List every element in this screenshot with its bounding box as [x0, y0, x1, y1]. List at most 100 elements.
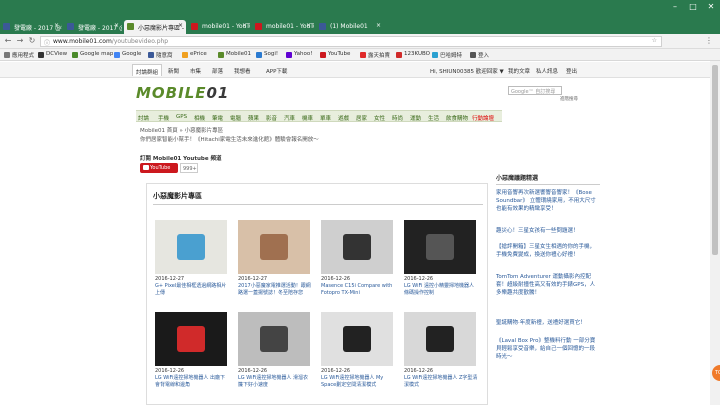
video-card[interactable]: 2016-12-26 LG WiFi遠控掃地機器人 滑溜衣簾下好小速度 — [238, 312, 310, 400]
category-link[interactable]: 蘋果 — [248, 114, 259, 122]
video-title-link[interactable]: LG WiFi遠控掃地機器人 My Space劃定空間清潔模式 — [321, 375, 395, 388]
sidebar-item-link[interactable]: 【搶評開箱】三星女生相遇的你的手機，手機免費變成，換送你禮心好禮！ — [496, 243, 596, 259]
search-input[interactable]: Google™ 自訂搜尋 — [508, 86, 562, 95]
bookmark-item[interactable]: 巴哈姆特 — [432, 51, 462, 59]
back-icon[interactable]: ← — [3, 36, 13, 45]
category-link[interactable]: 汽車 — [284, 114, 295, 122]
video-thumbnail[interactable] — [155, 220, 227, 274]
topnav-item[interactable]: 市集 — [190, 67, 201, 75]
category-link[interactable]: GPS — [176, 114, 187, 120]
sidebar-item-link[interactable]: 家用音響再次新選響響音響家！《Bose Soundbar》 立體環繞家用，不用大… — [496, 189, 596, 213]
bookmark-item[interactable]: 露天拍賣 — [360, 51, 390, 59]
tab-close-icon[interactable]: × — [376, 22, 381, 29]
logout-link[interactable]: 登出 — [566, 67, 577, 75]
category-link[interactable]: 電腦 — [230, 114, 241, 122]
topnav-item[interactable]: 討論群組 — [132, 64, 163, 76]
address-bar[interactable]: ⓘ www.mobile01.com/youtubevideo.php ☆ — [40, 36, 662, 47]
video-title-link[interactable]: LG WiFi遠控掃地機器人 滑溜衣簾下好小速度 — [238, 375, 312, 388]
tab-close-icon[interactable]: × — [54, 22, 59, 29]
tab-close-icon[interactable]: × — [242, 22, 247, 29]
bookmark-item[interactable]: Sogi! — [256, 51, 278, 58]
category-link[interactable]: 女性 — [374, 114, 385, 122]
bookmark-item[interactable]: Google — [114, 51, 141, 58]
menu-icon[interactable]: ⋮ — [704, 36, 714, 45]
topnav-item[interactable]: 新聞 — [168, 67, 179, 75]
video-card[interactable]: 2016-12-26 LG WiFi遠控掃地機器人 My Space劃定空間清潔模… — [321, 312, 393, 400]
category-link[interactable]: 遊戲 — [338, 114, 349, 122]
scrollbar-thumb[interactable] — [712, 65, 718, 255]
video-title-link[interactable]: LG WiFi遠控掃地機器人 出廠下會背電線和邊角 — [155, 375, 229, 388]
tab-close-icon[interactable]: × — [114, 22, 119, 29]
browser-tab[interactable]: mobile01 - YouTube× — [252, 20, 314, 34]
sidebar-item-link[interactable]: 《Laval Box Pro》整機料行動 一部分寶貝輕鬆享受音樂，給自己一個回憶… — [496, 337, 596, 361]
video-thumbnail[interactable] — [238, 312, 310, 366]
forward-icon[interactable]: → — [15, 36, 25, 45]
topnav-item[interactable]: 部落 — [212, 67, 223, 75]
page-info-icon[interactable]: ⓘ — [44, 38, 50, 47]
topnav-item[interactable]: 我想看 — [234, 67, 251, 75]
messages-link[interactable]: 私人訊息 — [536, 67, 558, 75]
browser-tab[interactable]: 小惡魔影片專區 - Mobile01× — [124, 20, 186, 34]
my-posts-link[interactable]: 我的文章 — [508, 67, 530, 75]
video-card[interactable]: 2016-12-27 G+ Pixel最佳相框透過網路相片上傳 — [155, 220, 227, 308]
bookmark-item[interactable]: Mobile01 — [218, 51, 251, 58]
tab-close-icon[interactable]: × — [178, 22, 183, 29]
video-card[interactable]: 2016-12-27 2017小惡魔家電推選活動！跟網路選一蓋揚號誌！冬至陪存您 — [238, 220, 312, 308]
video-title-link[interactable]: Masence C15i Compare with Fotopro TX-Min… — [321, 283, 395, 296]
bookmark-item[interactable]: 應用程式 — [4, 51, 34, 59]
video-thumbnail[interactable] — [404, 220, 476, 274]
video-card[interactable]: 2016-12-26 Masence C15i Compare with Foto… — [321, 220, 393, 308]
category-link[interactable]: 飲食購物 — [446, 114, 468, 122]
video-title-link[interactable]: LG WiFi遠控掃地機器人 Z字型清潔模式 — [404, 375, 478, 388]
category-link[interactable]: 手機 — [158, 114, 169, 122]
reload-icon[interactable]: ↻ — [27, 36, 37, 45]
video-card[interactable]: 2016-12-26 LG WiFi遠控掃地機器人 出廠下會背電線和邊角 — [155, 312, 227, 400]
browser-tab[interactable]: 發電廠 - 2017 @發電廠- 2017× — [0, 20, 62, 34]
scrollbar[interactable] — [710, 61, 720, 405]
sidebar-item-link[interactable]: 趣災心！三星女孩有一些問題選！ — [496, 227, 596, 235]
bookmark-star-icon[interactable]: ☆ — [652, 37, 657, 44]
category-link[interactable]: 生活 — [428, 114, 439, 122]
bookmark-item[interactable]: Yahoo! — [286, 51, 312, 58]
video-thumbnail[interactable] — [321, 220, 393, 274]
browser-tab[interactable]: (1) Mobile01 × — [316, 20, 384, 34]
bookmark-item[interactable]: YouTube — [320, 51, 350, 58]
category-link[interactable]: 討論 — [138, 114, 149, 122]
advanced-search-link[interactable]: 進階搜尋 — [560, 96, 578, 102]
topnav-item[interactable]: APP下載 — [266, 67, 287, 75]
category-link[interactable]: 筆電 — [212, 114, 223, 122]
category-link[interactable]: 機車 — [302, 114, 313, 122]
video-card[interactable]: 2016-12-26 LG WiFi 遠控小精靈掃地機器人條碼操作控制 — [404, 220, 476, 308]
browser-tab[interactable]: mobile01 - YouTube× — [188, 20, 250, 34]
bookmark-item[interactable]: Google map — [72, 51, 113, 58]
category-link[interactable]: 相機 — [194, 114, 205, 122]
category-link[interactable]: 影音 — [266, 114, 277, 122]
bookmark-item[interactable]: 123KUBO — [396, 51, 430, 58]
breadcrumb[interactable]: Mobile01 首頁 » 小惡魔影片專區 — [140, 126, 223, 134]
video-thumbnail[interactable] — [321, 312, 393, 366]
category-link[interactable]: 時尚 — [392, 114, 403, 122]
tab-close-icon[interactable]: × — [306, 22, 311, 29]
video-thumbnail[interactable] — [155, 312, 227, 366]
category-link[interactable]: 運動 — [410, 114, 421, 122]
category-link[interactable]: 單車 — [320, 114, 331, 122]
video-title-link[interactable]: 2017小惡魔家電推選活動！跟網路選一蓋揚號誌！冬至陪存您 — [238, 283, 312, 296]
category-link[interactable]: 居家 — [356, 114, 367, 122]
bookmark-item[interactable]: ePrice — [182, 51, 207, 58]
video-thumbnail[interactable] — [404, 312, 476, 366]
browser-tab[interactable]: 發電廠 - 2017 @發電廠- 2017× — [64, 20, 122, 34]
site-logo[interactable]: MOBILE01 — [136, 84, 229, 102]
user-greeting[interactable]: Hi, SHIUN00385 歡迎回家 ▼ — [430, 67, 504, 75]
sidebar-item-link[interactable]: TomTom Adventurer 運動攝影內控配套！超級耐撞性高又有效的手錶G… — [496, 273, 596, 297]
category-link[interactable]: 行動論壇 — [472, 114, 494, 122]
bookmark-item[interactable]: 隨意窩 — [148, 51, 173, 59]
video-title-link[interactable]: G+ Pixel最佳相框透過網路相片上傳 — [155, 283, 229, 296]
maximize-button[interactable]: □ — [684, 0, 702, 14]
bookmark-item[interactable]: 登入 — [470, 51, 489, 59]
video-title-link[interactable]: LG WiFi 遠控小精靈掃地機器人條碼操作控制 — [404, 283, 478, 296]
close-window-button[interactable]: ✕ — [702, 0, 720, 14]
youtube-subscribe-button[interactable]: YouTube — [140, 163, 178, 173]
notice-text[interactable]: 你們居家智能小幫手！《Hitachi家電生活未來進化館》體驗會報名開放～ — [140, 135, 319, 143]
video-card[interactable]: 2016-12-26 LG WiFi遠控掃地機器人 Z字型清潔模式 — [404, 312, 478, 400]
bookmark-item[interactable]: DCView — [38, 51, 67, 58]
